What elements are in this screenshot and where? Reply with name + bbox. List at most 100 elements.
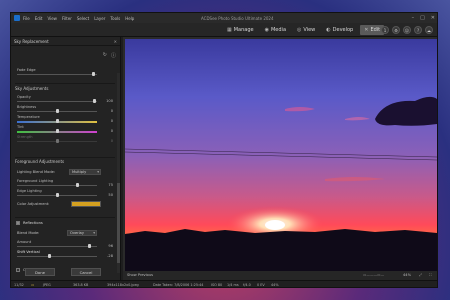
- fade-edge-track[interactable]: [17, 74, 97, 75]
- tint-value[interactable]: 0: [111, 129, 113, 133]
- iso-value: ISO 80: [211, 283, 223, 287]
- amount-value[interactable]: 96: [108, 244, 113, 248]
- settings-icon[interactable]: ⚙: [392, 26, 400, 34]
- mode-manage[interactable]: ▦ Manage: [223, 25, 258, 35]
- show-previous-toggle[interactable]: Show Previous: [127, 273, 153, 277]
- temperature-label: Temperature: [17, 115, 40, 119]
- edge-lighting-row: Edge Lighting 50: [17, 189, 113, 199]
- mode-view[interactable]: ◎ View: [293, 25, 319, 35]
- shift-vertical-knob[interactable]: [47, 254, 51, 258]
- blend-mode-label: Blend Mode:: [17, 231, 40, 235]
- menu-tools[interactable]: Tools: [110, 16, 120, 21]
- minimize-icon[interactable]: –: [412, 15, 415, 21]
- opacity-row: Opacity 100: [17, 95, 113, 105]
- foreground-lighting-track[interactable]: [17, 185, 97, 186]
- reset-icon[interactable]: ↻: [103, 52, 107, 59]
- foreground-lighting-knob[interactable]: [75, 183, 79, 187]
- mode-media[interactable]: ◉ Media: [261, 25, 290, 35]
- temperature-value[interactable]: 0: [111, 119, 113, 123]
- tint-knob[interactable]: [55, 129, 59, 133]
- reflections-checkbox[interactable]: [16, 221, 20, 225]
- maximize-icon[interactable]: □: [420, 15, 425, 21]
- shift-vertical-label: Shift Vertical: [17, 250, 40, 254]
- opacity-value[interactable]: 100: [106, 99, 113, 103]
- cloud-icon[interactable]: ☁: [425, 26, 433, 34]
- sky-adjustments-heading[interactable]: Sky Adjustments: [15, 86, 48, 91]
- app-logo-icon: [14, 15, 20, 21]
- amount-knob[interactable]: [87, 244, 91, 248]
- fade-edge-knob[interactable]: [91, 72, 95, 76]
- exposure-value: 1/4 ms: [227, 283, 239, 287]
- menu-filter[interactable]: Filter: [62, 16, 72, 21]
- foreground-adjustments-heading[interactable]: Foreground Adjustments: [15, 159, 64, 164]
- viewer-zoom-value[interactable]: 44%: [403, 273, 411, 277]
- fstop-value: f/4.0: [243, 283, 251, 287]
- status-bar: 11/32 ▭ JPEG 363.8 KB 394x118x2x0.jpeg D…: [11, 280, 437, 287]
- tint-row: Tint 0: [17, 125, 113, 135]
- edge-lighting-value[interactable]: 50: [108, 193, 113, 197]
- app-window: File Edit View Filter Select Layer Tools…: [10, 12, 438, 288]
- lighting-blend-value: Multiply: [72, 170, 87, 174]
- chevron-down-icon: ▾: [93, 231, 95, 235]
- brightness-row: Brightness 0: [17, 105, 113, 115]
- fit-icon[interactable]: ⤢: [419, 273, 422, 277]
- strength-row: Strength 0: [17, 135, 113, 145]
- reflections-label: Reflections: [23, 221, 43, 225]
- foreground-lighting-value[interactable]: 75: [108, 183, 113, 187]
- shift-vertical-row: Shift Vertical -28: [17, 250, 113, 260]
- opacity-knob[interactable]: [93, 99, 97, 103]
- account-icon[interactable]: ☺: [403, 26, 411, 34]
- strength-label: Strength: [17, 135, 33, 139]
- blend-mode-select[interactable]: Overlay ▾: [67, 230, 97, 236]
- panel-scrollbar[interactable]: [117, 73, 120, 273]
- zoom-slider[interactable]: ▭———▭—: [363, 273, 384, 277]
- view-icon: ◎: [297, 27, 302, 33]
- mode-develop[interactable]: ◐ Develop: [322, 25, 357, 35]
- opacity-track[interactable]: [17, 101, 97, 102]
- media-icon: ◉: [264, 27, 269, 33]
- mode-tabs: ▦ Manage ◉ Media ◎ View ◐ Develop ✕ Edit: [223, 25, 385, 35]
- output-layers-checkbox[interactable]: [16, 268, 20, 272]
- shift-vertical-track[interactable]: [17, 256, 97, 257]
- panel-title: Sky Replacement: [14, 38, 49, 44]
- menu-view[interactable]: View: [47, 16, 57, 21]
- color-adjustment-swatch[interactable]: [71, 201, 101, 207]
- blend-mode-value: Overlay: [70, 231, 84, 235]
- panel-scroll-thumb[interactable]: [117, 183, 120, 263]
- menu-select[interactable]: Select: [77, 16, 89, 21]
- strength-value[interactable]: 0: [111, 139, 113, 143]
- fullscreen-icon[interactable]: ⛶: [429, 273, 432, 277]
- menu-edit[interactable]: Edit: [35, 16, 43, 21]
- temperature-knob[interactable]: [55, 119, 59, 123]
- manage-icon: ▦: [227, 27, 232, 33]
- image-format-icon: ▭: [31, 283, 35, 287]
- shift-vertical-value[interactable]: -28: [107, 254, 113, 258]
- fade-edge-label: Fade Edge: [17, 68, 36, 72]
- info-icon[interactable]: ⓘ: [111, 52, 116, 59]
- help-icon[interactable]: ?: [414, 26, 422, 34]
- close-icon[interactable]: ✕: [431, 15, 435, 21]
- strength-knob[interactable]: [55, 139, 59, 143]
- fade-edge-row: Fade Edge: [17, 68, 113, 78]
- divider: [15, 217, 115, 218]
- menu-help[interactable]: Help: [125, 16, 134, 21]
- app-title: ACDSee Photo Studio Ultimate 2024: [201, 16, 274, 21]
- menu-file[interactable]: File: [23, 16, 30, 21]
- lighting-blend-select[interactable]: Multiply ▾: [69, 169, 101, 175]
- brightness-value[interactable]: 0: [111, 109, 113, 113]
- mode-manage-label: Manage: [233, 27, 254, 33]
- foreground-lighting-row: Foreground Lighting 75: [17, 179, 113, 189]
- image-viewer[interactable]: [123, 37, 437, 280]
- status-zoom: 44%: [271, 283, 279, 287]
- window-controls: – □ ✕: [412, 15, 435, 21]
- ev-value: 0 EV: [257, 283, 265, 287]
- edge-lighting-knob[interactable]: [55, 193, 59, 197]
- dashboard-icon[interactable]: 1: [381, 26, 389, 34]
- done-button[interactable]: Done: [25, 268, 55, 276]
- menu-layer[interactable]: Layer: [94, 16, 105, 21]
- cancel-button[interactable]: Cancel: [71, 268, 101, 276]
- panel-close-icon[interactable]: ✕: [114, 39, 117, 44]
- sunset-photo: [125, 39, 437, 271]
- brightness-knob[interactable]: [55, 109, 59, 113]
- amount-track[interactable]: [17, 246, 97, 247]
